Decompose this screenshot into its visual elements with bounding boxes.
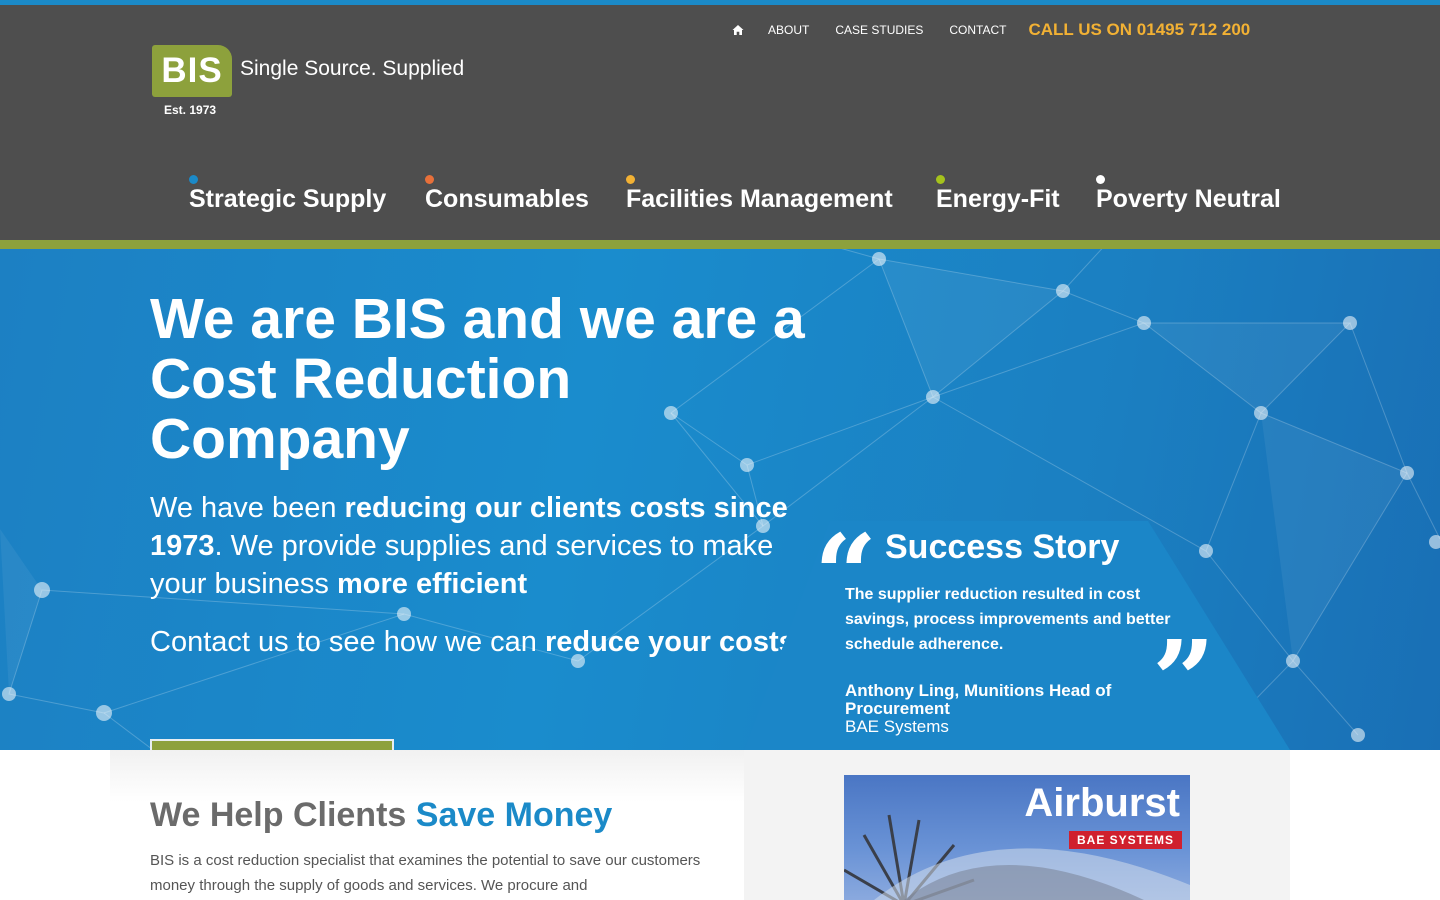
main-nav-label: Energy-Fit — [936, 185, 1060, 213]
nav-contact-link[interactable]: CONTACT — [949, 23, 1006, 37]
hero-intro-text: We have been — [150, 492, 345, 524]
airburst-title: Airburst — [1024, 781, 1180, 825]
top-nav: ABOUT CASE STUDIES CONTACT CALL US ON 01… — [732, 18, 1250, 42]
bae-systems-badge: BAE SYSTEMS — [1068, 831, 1182, 849]
call-us-link[interactable]: CALL US ON 01495 712 200 — [1028, 20, 1250, 40]
help-heading: We Help Clients Save Money — [150, 796, 612, 835]
content-shadow — [110, 750, 744, 802]
nav-dot — [936, 175, 945, 184]
site-header: BIS Single Source. Supplied Est. 1973 AB… — [0, 5, 1440, 240]
home-icon[interactable] — [732, 24, 744, 36]
hero-cta-button[interactable] — [150, 739, 394, 750]
nav-dot — [425, 175, 434, 184]
success-story-quote: The supplier reduction resulted in cost … — [845, 586, 1171, 653]
success-story-company: BAE Systems — [845, 717, 949, 736]
hero-contact-text: Contact us to see how we can reduce your… — [150, 623, 830, 661]
success-story-author: Anthony Ling, Munitions Head of Procurem… — [845, 681, 1112, 718]
nav-dot — [1096, 175, 1105, 184]
logo-tagline: Single Source. Supplied — [240, 57, 465, 80]
nav-dot — [626, 175, 635, 184]
main-nav-label: Facilities Management — [626, 185, 893, 213]
help-paragraph: BIS is a cost reduction specialist that … — [150, 852, 701, 894]
help-heading-blue: Save Money — [415, 796, 613, 834]
case-study-image[interactable]: Airburst BAE SYSTEMS — [844, 775, 1190, 900]
close-quote-icon: ” — [1152, 616, 1216, 745]
nav-case-studies-link[interactable]: CASE STUDIES — [835, 23, 923, 37]
main-nav-label: Strategic Supply — [189, 185, 387, 213]
hero-title: We are BIS and we are a Cost Reduction C… — [150, 287, 805, 471]
main-nav-label: Consumables — [425, 185, 589, 213]
nav-dot — [189, 175, 198, 184]
hero-intro-strong: more efficient — [337, 568, 528, 600]
hero-intro: We have been reducing our clients costs … — [150, 489, 830, 603]
hero-contact-plain: Contact us to see how we can — [150, 626, 545, 658]
logo-established: Est. 1973 — [164, 103, 217, 117]
main-nav-label: Poverty Neutral — [1096, 185, 1281, 213]
success-story-title: Success Story — [885, 528, 1120, 566]
logo-mark: BIS — [152, 45, 232, 97]
nav-about-link[interactable]: ABOUT — [768, 23, 809, 37]
help-heading-grey: We Help Clients — [150, 796, 407, 834]
header-divider — [0, 240, 1440, 249]
